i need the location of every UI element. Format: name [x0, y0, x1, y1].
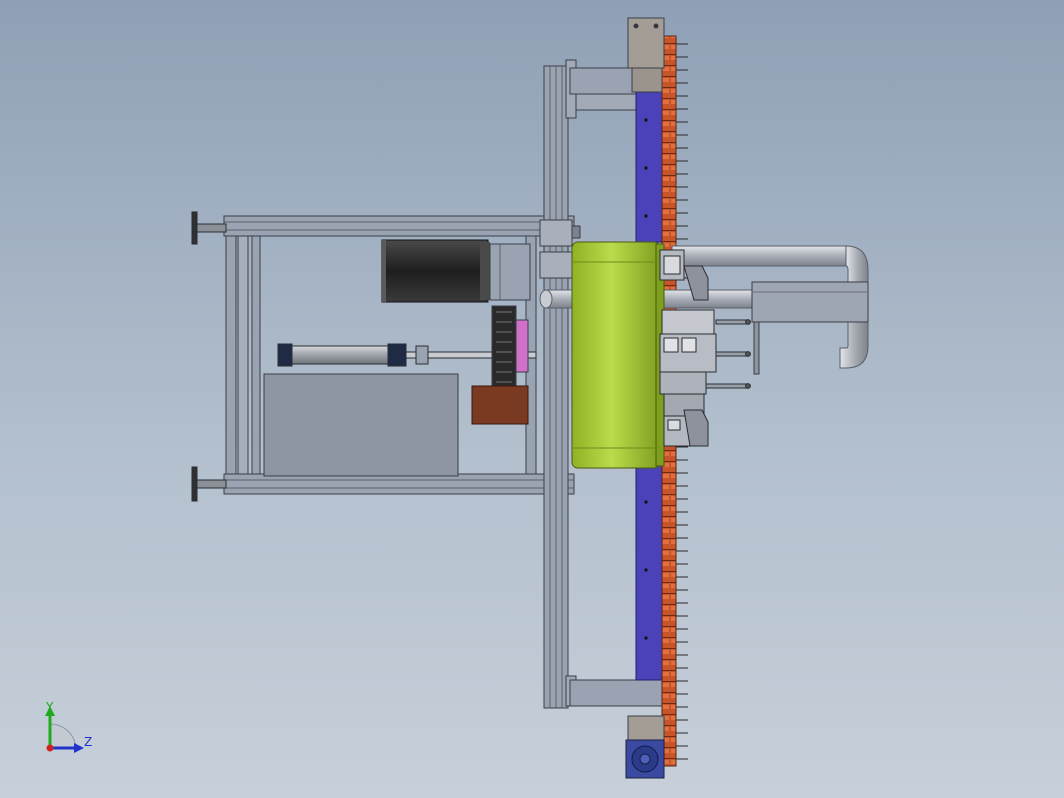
blue-rail-lower[interactable] [635, 461, 665, 681]
cad-viewport[interactable]: Y Z [0, 0, 1064, 798]
leveling-foot-bottom [191, 466, 227, 502]
electrical-box[interactable] [263, 373, 459, 477]
left-frame-left-post[interactable] [225, 235, 237, 475]
triad-y-label: Y [45, 700, 54, 714]
gripper-head-assembly[interactable] [659, 249, 751, 447]
triad-origin [46, 744, 54, 752]
timing-pulley[interactable] [491, 305, 529, 393]
coordinate-triad: Y Z [45, 700, 92, 753]
leveling-foot-top [191, 211, 227, 245]
bottom-arm[interactable] [569, 679, 663, 707]
brown-bearing-block[interactable] [471, 385, 529, 425]
bottom-gear-motor[interactable] [625, 715, 665, 779]
left-frame-bottom-beam[interactable] [223, 473, 575, 495]
servo-motor[interactable] [381, 239, 531, 303]
blue-rail-upper[interactable] [635, 91, 665, 243]
left-frame-top-beam[interactable] [223, 215, 575, 237]
top-sprocket-housing[interactable] [627, 17, 665, 93]
z-arrowhead-icon [74, 743, 84, 753]
rotary-drum[interactable] [571, 241, 665, 469]
triad-z-label: Z [84, 735, 92, 749]
